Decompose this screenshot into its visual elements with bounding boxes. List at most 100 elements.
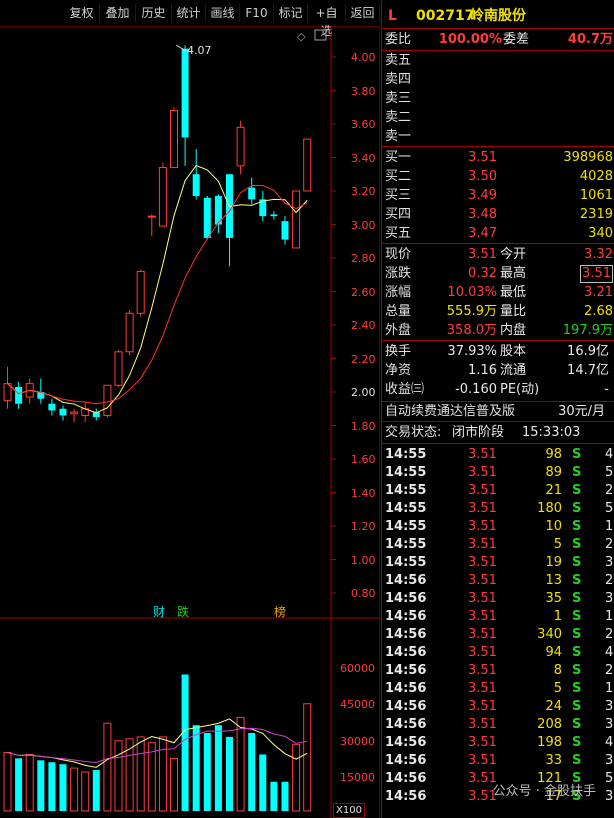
quote-row: 现价 3.51 今开 3.32	[382, 246, 614, 264]
event-tag-drop[interactable]: 跌	[177, 604, 189, 619]
sell-level-label: 卖四	[385, 72, 412, 87]
tick-count: 2	[605, 537, 614, 552]
candle-body-down	[48, 403, 56, 411]
tick-side: S	[572, 573, 582, 588]
mark-button[interactable]: 标记	[274, 4, 308, 22]
quote-row: 总量 555.9万 量比 2.68	[382, 303, 614, 321]
stock-name: 岭南股份	[470, 8, 526, 24]
tick-row: 14:56 3.51 340 S 2	[382, 626, 614, 644]
window-toggle-icon[interactable]	[314, 29, 327, 41]
volume-bar-down	[214, 725, 222, 811]
price-axis-label: 1.40	[351, 486, 376, 500]
candle-body-down	[248, 187, 256, 200]
tick-volume: 8	[553, 663, 562, 678]
quote-value: 10.03%	[447, 285, 497, 300]
tick-volume: 208	[537, 717, 562, 732]
buy-level-row[interactable]: 买五 3.47 340	[382, 225, 614, 243]
tick-count: 5	[605, 501, 614, 516]
buy-level-volume: 4028	[579, 169, 613, 184]
tick-time: 14:56	[385, 681, 427, 696]
quote-value: 555.9万	[446, 304, 497, 319]
event-tag-finance[interactable]: 财	[153, 605, 165, 619]
tick-side: S	[572, 735, 582, 750]
volume-axis-label: 30000	[340, 735, 375, 748]
price-axis-label: 2.20	[351, 352, 376, 366]
quote-row: 涨跌 0.32 最高 3.51	[382, 265, 614, 283]
stats-button[interactable]: 统计	[172, 4, 206, 22]
buy-level-row[interactable]: 买三 3.49 1061	[382, 187, 614, 205]
diamond-icon[interactable]: ◇	[297, 30, 306, 43]
ma10-line	[7, 184, 308, 405]
tick-row: 14:56 3.51 94 S 4	[382, 644, 614, 662]
draw-line-button[interactable]: 画线	[206, 4, 240, 22]
sell-level-label: 卖二	[385, 110, 412, 125]
tick-time: 14:55	[385, 447, 427, 462]
tick-time: 14:55	[385, 555, 427, 570]
tick-side: S	[572, 627, 582, 642]
tick-time: 14:55	[385, 465, 427, 480]
tick-side: S	[572, 681, 582, 696]
volume-bar-up	[158, 736, 167, 812]
kline-chart[interactable]: 4.07 ◇ 财 跌 榜	[0, 26, 380, 818]
volume-bar-up	[125, 738, 134, 812]
chart-toolbar: 复权 叠加 历史 统计 画线 F10 标记 +自选 返回	[0, 0, 380, 38]
tick-price: 3.51	[468, 501, 497, 516]
tick-count: 3	[605, 717, 614, 732]
tick-row: 14:55 3.51 5 S 2	[382, 536, 614, 554]
volume-bar-up	[236, 716, 245, 812]
tick-side: S	[572, 663, 582, 678]
tick-volume: 89	[545, 465, 562, 480]
quote-label: 涨跌	[385, 266, 412, 281]
wei-bi-label: 委比	[385, 32, 412, 47]
sell-level-label: 卖五	[385, 53, 412, 68]
candle-body-up	[103, 384, 112, 416]
buy-level-price: 3.47	[468, 226, 497, 241]
tick-volume: 24	[545, 699, 562, 714]
candle-body-down	[181, 48, 189, 138]
service-row[interactable]: 自动续费通达信普及版 30元/月	[382, 403, 614, 421]
event-tag-ranking[interactable]: 榜	[274, 604, 286, 619]
volume-bar-down	[226, 736, 233, 811]
fundamental-row: 收益㈢ -0.160 PE(动) -	[382, 381, 614, 399]
overlay-button[interactable]: 叠加	[100, 4, 136, 22]
tick-price: 3.51	[468, 465, 497, 480]
tick-row: 14:55 3.51 19 S 3	[382, 554, 614, 572]
tick-time: 14:56	[385, 771, 427, 786]
quote-panel: L 002717 岭南股份 委比 100.00% 委差 40.7万 卖五 卖四 卖三…	[381, 0, 614, 818]
quote-row: 外盘 358.0万 内盘 197.9万	[382, 322, 614, 340]
volume-bar-up	[147, 742, 156, 812]
tick-side: S	[572, 591, 582, 606]
tick-side: S	[572, 447, 582, 462]
candle-body-up	[303, 138, 312, 192]
candle-body-down	[59, 408, 67, 416]
fundamental-label: 收益㈢	[385, 382, 425, 397]
quote-label-2: 最高	[500, 266, 527, 281]
tick-price: 3.51	[468, 753, 497, 768]
tick-side: S	[572, 753, 582, 768]
buy-level-label: 买四	[385, 207, 412, 222]
volume-bar-up	[25, 753, 34, 812]
quote-label-2: 内盘	[500, 323, 527, 338]
tick-price: 3.51	[468, 663, 497, 678]
tick-row: 14:56 3.51 198 S 4	[382, 734, 614, 752]
history-button[interactable]: 历史	[136, 4, 172, 22]
quote-label: 现价	[385, 247, 412, 262]
quote-value-2: 3.32	[584, 247, 613, 262]
f10-button[interactable]: F10	[240, 4, 274, 22]
fundamental-label-2: PE(动)	[500, 382, 540, 397]
buy-level-row[interactable]: 买一 3.51 398968	[382, 149, 614, 167]
quote-row: 涨幅 10.03% 最低 3.21	[382, 284, 614, 302]
add-watchlist-button[interactable]: +自选	[308, 4, 346, 38]
tick-time: 14:55	[385, 483, 427, 498]
trade-status-time: 15:33:03	[522, 425, 581, 440]
tick-side: S	[572, 645, 582, 660]
fuquan-button[interactable]: 复权	[64, 4, 100, 22]
sell-level-row: 卖一	[382, 128, 614, 146]
tick-row: 14:55 3.51 180 S 5	[382, 500, 614, 518]
quote-label: 总量	[385, 304, 412, 319]
buy-level-row[interactable]: 买四 3.48 2319	[382, 206, 614, 224]
buy-level-row[interactable]: 买二 3.50 4028	[382, 168, 614, 186]
back-button[interactable]: 返回	[346, 4, 380, 22]
fundamental-row: 换手 37.93% 股本 16.9亿	[382, 343, 614, 361]
tick-volume: 198	[537, 735, 562, 750]
